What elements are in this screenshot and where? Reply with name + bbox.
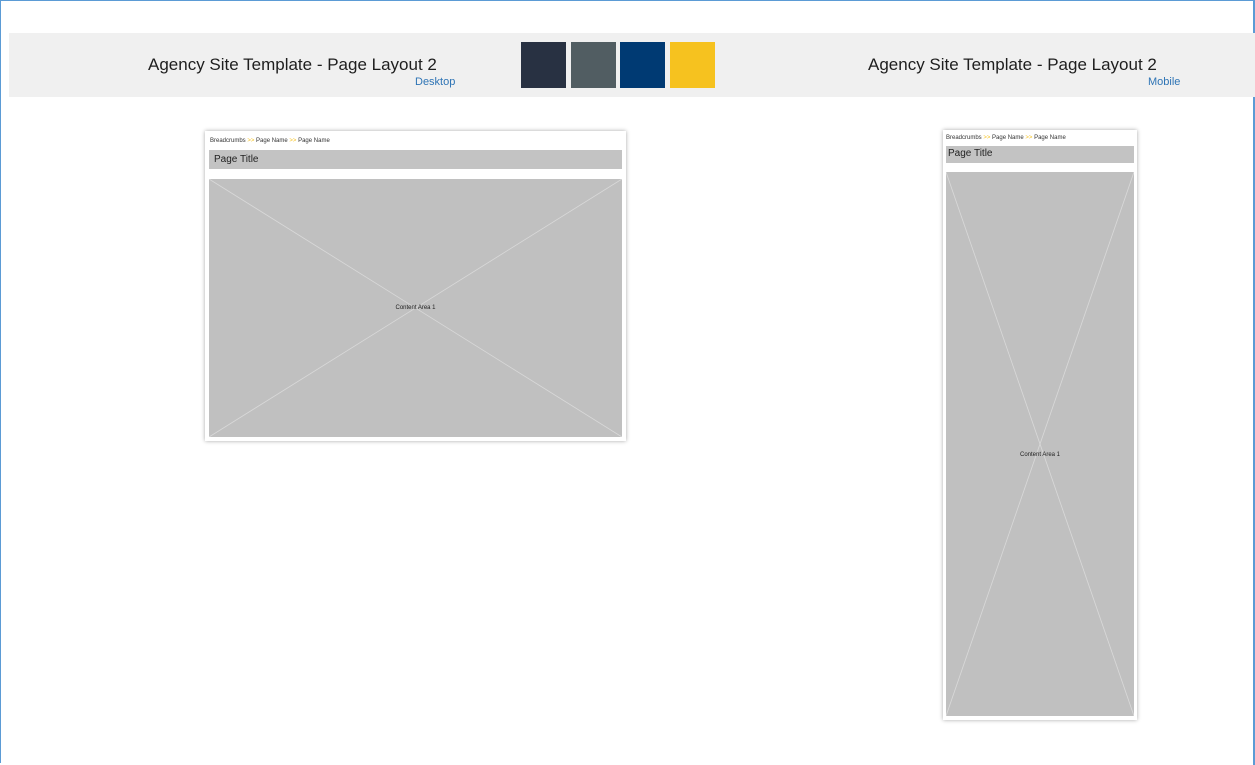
desktop-breadcrumbs: Breadcrumbs >> Page Name >> Page Name <box>210 138 330 144</box>
desktop-page-title-bar: Page Title <box>209 150 622 169</box>
mobile-mockup: Breadcrumbs >> Page Name >> Page Name Pa… <box>943 130 1137 720</box>
breadcrumb-separator: >> <box>247 138 255 144</box>
mobile-layout-title: Agency Site Template - Page Layout 2 <box>868 55 1157 74</box>
desktop-page-title: Page Title <box>214 154 259 165</box>
breadcrumb-separator: >> <box>289 138 297 144</box>
color-swatch-4 <box>670 42 715 88</box>
breadcrumb-item: Page Name <box>298 138 330 144</box>
mobile-breadcrumbs: Breadcrumbs >> Page Name >> Page Name <box>946 135 1066 141</box>
breadcrumb-item: Page Name <box>1034 135 1066 141</box>
breadcrumb-item: Page Name <box>256 138 288 144</box>
placeholder-cross <box>946 172 1134 716</box>
desktop-layout-subtitle: Desktop <box>415 76 456 88</box>
desktop-content-label: Content Area 1 <box>395 305 436 311</box>
breadcrumb-separator: >> <box>983 135 991 141</box>
color-swatch-1 <box>521 42 566 88</box>
desktop-layout-title: Agency Site Template - Page Layout 2 <box>148 55 437 74</box>
mobile-page-title: Page Title <box>948 148 993 159</box>
breadcrumb-item: Breadcrumbs <box>946 135 982 141</box>
desktop-mockup: Breadcrumbs >> Page Name >> Page Name Pa… <box>205 131 626 441</box>
mobile-page-title-bar: Page Title <box>946 146 1134 163</box>
mobile-content-area-placeholder: Content Area 1 <box>946 172 1134 716</box>
color-swatch-2 <box>571 42 616 88</box>
mobile-content-label: Content Area 1 <box>1019 451 1061 458</box>
breadcrumb-item: Page Name <box>992 135 1024 141</box>
mobile-layout-subtitle: Mobile <box>1148 76 1181 88</box>
desktop-content-area-placeholder: Content Area 1 <box>209 179 622 437</box>
breadcrumb-item: Breadcrumbs <box>210 138 246 144</box>
breadcrumb-separator: >> <box>1025 135 1033 141</box>
color-swatch-3 <box>620 42 665 88</box>
